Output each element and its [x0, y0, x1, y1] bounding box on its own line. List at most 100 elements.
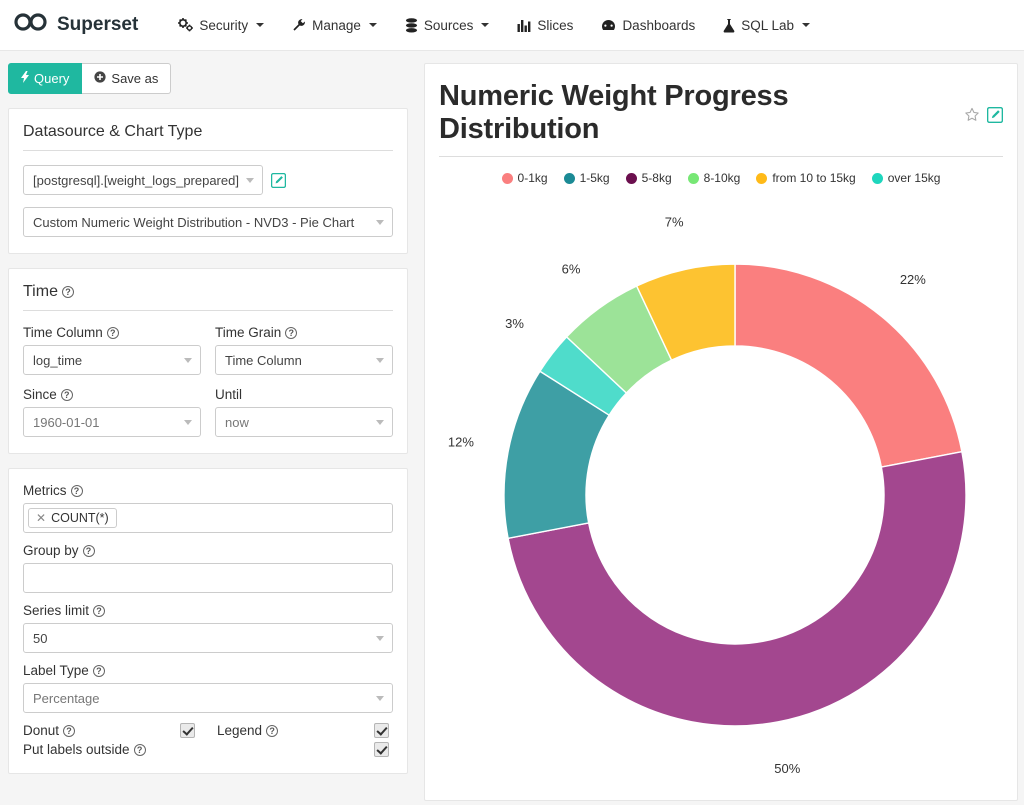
remove-metric-icon[interactable]: ✕ [36, 511, 46, 525]
donut-chart-svg[interactable]: 22% 50% 12% 3% 6% 7% [439, 185, 1024, 805]
donut-checkbox[interactable] [180, 723, 195, 738]
help-icon[interactable]: ? [133, 743, 146, 756]
groupby-input[interactable] [23, 563, 393, 593]
run-query-button[interactable]: Query [8, 63, 83, 94]
slice-label-over-15kg: 3% [505, 316, 524, 331]
legend-item-3[interactable]: 8-10kg [687, 171, 740, 185]
edit-chart-icon[interactable] [986, 106, 1004, 128]
nav-item-manage[interactable]: Manage [278, 10, 391, 41]
save-as-button[interactable]: Save as [82, 63, 172, 94]
series-limit-select[interactable]: 50 [23, 623, 393, 653]
nav-label-slices: Slices [537, 17, 574, 33]
help-icon[interactable]: ? [285, 326, 298, 339]
help-icon[interactable]: ? [92, 664, 105, 677]
help-icon[interactable]: ? [70, 484, 83, 497]
metric-token[interactable]: ✕ COUNT(*) [28, 508, 117, 528]
datasource-panel-title: Datasource & Chart Type [23, 123, 393, 151]
until-select[interactable]: now [215, 407, 393, 437]
series-limit-label: Series limit ? [23, 603, 393, 618]
legend-item-1[interactable]: 1-5kg [563, 171, 610, 185]
slice-label-from-10-to-15kg: 7% [665, 215, 684, 230]
help-icon[interactable]: ? [82, 544, 95, 557]
infinity-logo-icon [14, 13, 48, 37]
metrics-input[interactable]: ✕ COUNT(*) [23, 503, 393, 533]
labels-outside-option: Put labels outside ? [23, 742, 393, 757]
labels-outside-checkbox[interactable] [374, 742, 389, 757]
chevron-down-icon [184, 358, 192, 363]
chart-column: Numeric Weight Progress Distribution 0-1… [418, 51, 1024, 805]
datasource-select[interactable]: [postgresql].[weight_logs_prepared] [23, 165, 263, 195]
nav-item-sources[interactable]: Sources [391, 10, 504, 41]
nav-item-sql-lab[interactable]: SQL Lab [709, 10, 824, 41]
legend-label-4: from 10 to 15kg [772, 171, 856, 185]
brand-logo-link[interactable]: Superset [14, 13, 138, 37]
time-column-value: log_time [33, 352, 83, 368]
label-type-label: Label Type ? [23, 663, 393, 678]
chart-legend: 0-1kg 1-5kg 5-8kg 8-10kg from 10 to 15kg [439, 171, 1003, 185]
flask-icon [723, 18, 735, 33]
legend-item-0[interactable]: 0-1kg [501, 171, 548, 185]
nav-item-dashboards[interactable]: Dashboards [587, 10, 709, 41]
dashboard-icon [601, 19, 616, 32]
chevron-down-icon [376, 358, 384, 363]
time-column-label: Time Column ? [23, 325, 201, 340]
help-icon[interactable]: ? [60, 388, 73, 401]
help-icon[interactable]: ? [106, 326, 119, 339]
label-type-select[interactable]: Percentage [23, 683, 393, 713]
time-panel-title: Time ? [23, 283, 393, 311]
since-value: 1960-01-01 [33, 414, 100, 430]
datasource-row: [postgresql].[weight_logs_prepared] [23, 165, 393, 195]
workspace: Query Save as Datasource & Chart Type [p… [0, 51, 1024, 805]
datasource-panel: Datasource & Chart Type [postgresql].[we… [8, 108, 408, 254]
legend-color-swatch [687, 172, 699, 184]
time-panel: Time ? Time Column ? log_time Time Grain… [8, 268, 408, 454]
chart-title-actions [964, 99, 1004, 128]
donut-chart: 22% 50% 12% 3% 6% 7% [439, 185, 1003, 805]
since-select[interactable]: 1960-01-01 [23, 407, 201, 437]
legend-item-5[interactable]: over 15kg [871, 171, 941, 185]
legend-label-5: over 15kg [887, 171, 941, 185]
nav-item-security[interactable]: Security [164, 10, 278, 41]
chevron-down-icon [376, 420, 384, 425]
navbar-menu: Security Manage Sources Slices Dashboard… [164, 10, 824, 41]
legend-option: Legend ? [199, 723, 393, 738]
bar-chart-icon [517, 19, 531, 32]
edit-datasource-icon[interactable] [271, 172, 286, 188]
chevron-down-icon [376, 696, 384, 701]
label-type-value: Percentage [33, 690, 100, 706]
help-icon[interactable]: ? [93, 604, 106, 617]
time-column-select[interactable]: log_time [23, 345, 201, 375]
slice-label-5-8kg: 50% [774, 761, 800, 776]
legend-item-4[interactable]: from 10 to 15kg [756, 171, 856, 185]
legend-color-swatch [871, 172, 883, 184]
chart-panel: Numeric Weight Progress Distribution 0-1… [424, 63, 1018, 801]
time-column-grain-row: Time Column ? log_time Time Grain ? Time… [23, 325, 393, 375]
chevron-down-icon [802, 23, 811, 27]
time-grain-select[interactable]: Time Column [215, 345, 393, 375]
help-icon[interactable]: ? [61, 286, 74, 298]
legend-color-swatch [501, 172, 513, 184]
gears-icon [178, 18, 194, 32]
legend-checkbox[interactable] [374, 723, 389, 738]
help-icon[interactable]: ? [63, 724, 76, 737]
action-buttons: Query Save as [8, 63, 408, 94]
nav-label-dashboards: Dashboards [622, 17, 696, 33]
labels-outside-row: Put labels outside ? [23, 742, 393, 757]
time-grain-label: Time Grain ? [215, 325, 393, 340]
star-outline-icon[interactable] [964, 107, 980, 128]
donut-legend-row: Donut ? Legend ? [23, 723, 393, 738]
nav-item-slices[interactable]: Slices [503, 10, 587, 41]
plus-circle-icon [94, 71, 107, 86]
viz-type-select[interactable]: Custom Numeric Weight Distribution - NVD… [23, 207, 393, 237]
nav-label-sources: Sources [423, 17, 474, 33]
save-as-label: Save as [111, 71, 159, 86]
chevron-down-icon [368, 23, 377, 27]
bolt-icon [21, 71, 29, 86]
series-limit-value: 50 [33, 630, 48, 646]
database-icon [405, 17, 418, 33]
help-icon[interactable]: ? [266, 724, 279, 737]
pie-slice-0-1kg[interactable] [734, 263, 963, 468]
legend-color-swatch [625, 172, 637, 184]
legend-item-2[interactable]: 5-8kg [625, 171, 672, 185]
labels-outside-label: Put labels outside ? [23, 742, 146, 757]
